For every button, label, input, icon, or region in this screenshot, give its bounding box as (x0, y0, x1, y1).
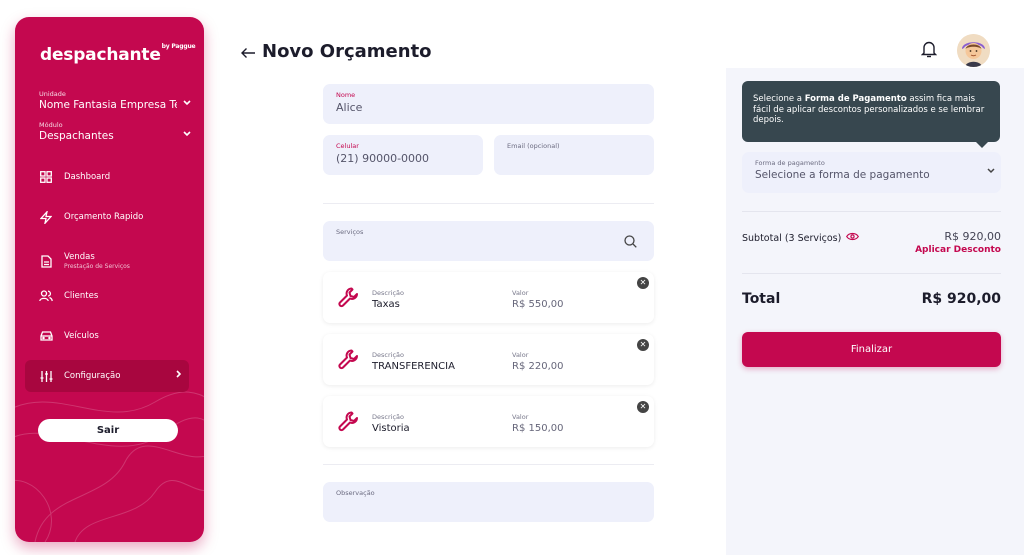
brand-name: despachante (40, 45, 161, 65)
apply-discount-link[interactable]: Aplicar Desconto (915, 245, 1001, 255)
sidebar: despachanteby Paggue Unidade Nome Fantas… (15, 17, 204, 542)
payment-tooltip: Selecione a Forma de Pagamento assim fic… (742, 81, 1000, 148)
sidebar-item-configuracao[interactable]: Configuração (25, 360, 189, 392)
vendas-sublabel: Prestação de Serviços (64, 262, 130, 270)
subtotal-value: R$ 920,00 (944, 230, 1001, 243)
search-icon[interactable] (624, 233, 637, 252)
wrench-icon (337, 409, 361, 437)
service-description: Vistoria (372, 423, 410, 434)
chevron-down-icon (183, 130, 191, 140)
description-label: Descrição (372, 351, 404, 359)
service-description: TRANSFERENCIA (372, 361, 455, 372)
payment-placeholder: Selecione a forma de pagamento (755, 169, 930, 181)
document-icon (39, 254, 53, 268)
chevron-right-icon (176, 370, 182, 381)
brand-suffix: by Paggue (161, 43, 196, 50)
divider (323, 464, 654, 465)
sidebar-item-dashboard[interactable]: Dashboard (25, 161, 189, 193)
description-label: Descrição (372, 413, 404, 421)
service-description: Taxas (372, 299, 400, 310)
module-select[interactable]: Módulo Despachantes (39, 121, 191, 142)
services-label: Serviços (336, 228, 364, 236)
phone-value: (21) 90000-0000 (336, 152, 430, 165)
unit-select[interactable]: Unidade Nome Fantasia Empresa Teste (39, 90, 191, 111)
payment-method-select[interactable]: Forma de pagamento Selecione a forma de … (742, 152, 1001, 193)
total-label: Total (742, 291, 781, 307)
sidebar-item-vendas[interactable]: Vendas Prestação de Serviços (25, 245, 189, 277)
name-field[interactable]: Nome Alice (323, 84, 654, 124)
phone-label: Celular (336, 142, 359, 150)
module-label: Módulo (39, 121, 63, 129)
finalize-button[interactable]: Finalizar (742, 332, 1001, 367)
service-value: R$ 220,00 (512, 361, 564, 372)
service-item: Descrição Taxas Valor R$ 550,00 ✕ (323, 272, 654, 323)
services-search-input[interactable]: Serviços (323, 221, 654, 261)
notes-label: Observação (336, 489, 375, 497)
avatar[interactable] (957, 34, 990, 67)
email-label: Email (opcional) (507, 142, 560, 150)
car-icon (39, 329, 53, 343)
service-value: R$ 150,00 (512, 423, 564, 434)
remove-service-button[interactable]: ✕ (637, 401, 649, 413)
sidebar-item-label: Veículos (64, 330, 99, 341)
description-label: Descrição (372, 289, 404, 297)
page-title: Novo Orçamento (262, 41, 432, 62)
brand-logo: despachanteby Paggue (40, 43, 196, 65)
sidebar-item-label: Dashboard (64, 171, 111, 182)
subtotal-label: Subtotal (3 Serviços) (742, 232, 860, 244)
remove-service-button[interactable]: ✕ (637, 277, 649, 289)
vendas-label: Vendas (64, 252, 95, 263)
unit-value: Nome Fantasia Empresa Teste (39, 99, 177, 111)
dashboard-icon (39, 170, 53, 184)
name-label: Nome (336, 91, 356, 99)
email-field[interactable]: Email (opcional) (494, 135, 654, 175)
topographic-pattern (15, 391, 204, 542)
tooltip-text: Selecione a (753, 94, 805, 104)
chevron-down-icon (987, 167, 995, 177)
remove-service-button[interactable]: ✕ (637, 339, 649, 351)
sidebar-item-label: Vendas Prestação de Serviços (64, 252, 130, 269)
payment-label: Forma de pagamento (755, 159, 825, 167)
wrench-icon (337, 285, 361, 313)
tooltip-bold-text: Forma de Pagamento (804, 94, 907, 104)
sliders-icon (39, 369, 53, 383)
total-value: R$ 920,00 (921, 291, 1001, 307)
chevron-down-icon (183, 99, 191, 109)
divider (742, 273, 1001, 274)
sidebar-item-veiculos[interactable]: Veículos (25, 320, 189, 352)
phone-field[interactable]: Celular (21) 90000-0000 (323, 135, 483, 175)
value-label: Valor (512, 413, 529, 421)
logout-button[interactable]: Sair (38, 419, 178, 442)
sidebar-item-label: Configuração (64, 370, 121, 381)
service-item: Descrição TRANSFERENCIA Valor R$ 220,00 … (323, 334, 654, 385)
wrench-icon (337, 347, 361, 375)
notes-field[interactable]: Observação (323, 482, 654, 522)
lightning-icon (39, 210, 53, 224)
eye-icon[interactable] (846, 232, 860, 244)
name-value: Alice (336, 101, 363, 114)
users-icon (39, 289, 53, 303)
service-item: Descrição Vistoria Valor R$ 150,00 ✕ (323, 396, 654, 447)
subtotal-text: Subtotal (3 Serviços) (742, 232, 842, 244)
module-value: Despachantes (39, 130, 114, 142)
service-value: R$ 550,00 (512, 299, 564, 310)
sidebar-item-label: Orçamento Rapido (64, 211, 144, 222)
sidebar-item-orcamento-rapido[interactable]: Orçamento Rapido (25, 201, 189, 233)
arrow-left-icon[interactable] (240, 44, 256, 63)
divider (742, 211, 1001, 212)
sidebar-item-label: Clientes (64, 290, 99, 301)
unit-label: Unidade (39, 90, 66, 98)
value-label: Valor (512, 289, 529, 297)
divider (323, 203, 654, 204)
bell-icon[interactable] (920, 40, 938, 62)
sidebar-item-clientes[interactable]: Clientes (25, 280, 189, 312)
value-label: Valor (512, 351, 529, 359)
